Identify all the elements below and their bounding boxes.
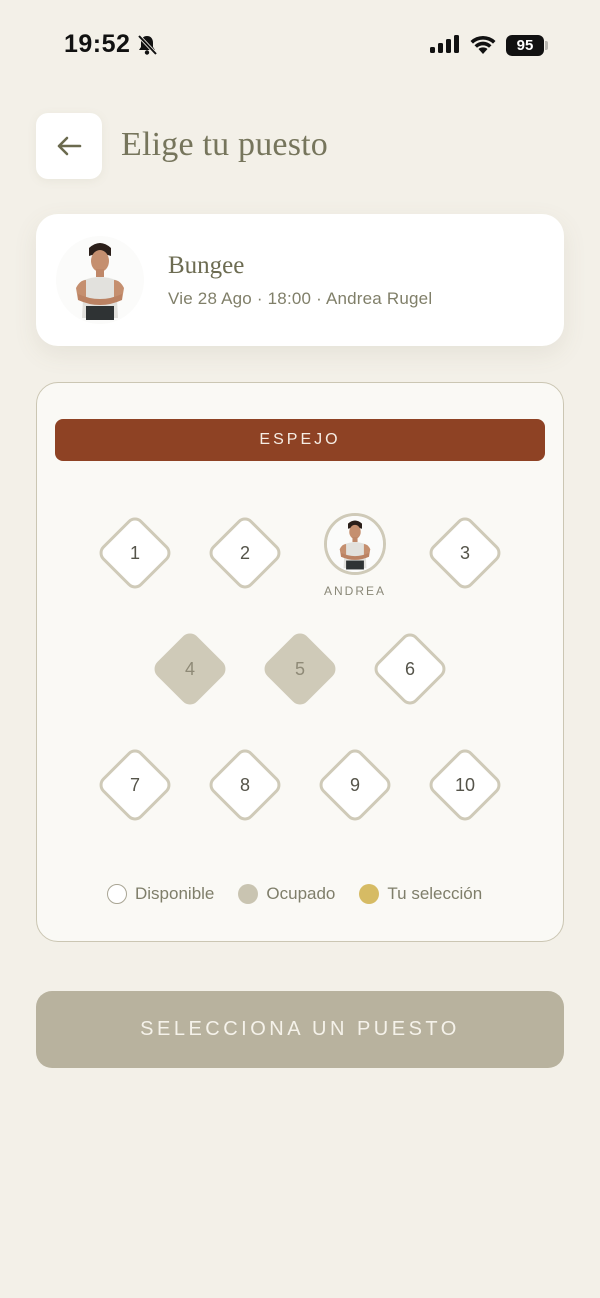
- spot-2[interactable]: [205, 513, 285, 593]
- legend-available: Disponible: [107, 884, 214, 904]
- spot-6[interactable]: [370, 629, 450, 709]
- trainer-label: ANDREA: [323, 584, 386, 598]
- room-map: ESPEJO 1 2 ANDREA 3 4 5 6 7 8 9 10 Dispo…: [36, 382, 564, 942]
- class-card: Bungee Vie 28 Ago · 18:00 · Andrea Rugel: [36, 214, 564, 346]
- legend-occupied: Ocupado: [238, 884, 335, 904]
- legend-available-label: Disponible: [135, 884, 215, 903]
- instructor-avatar: [56, 236, 144, 324]
- bell-slash-icon: [137, 34, 158, 56]
- spot-10[interactable]: [425, 745, 505, 825]
- trainer-photo: [327, 516, 383, 572]
- available-dot-icon: [107, 884, 127, 904]
- class-name: Bungee: [168, 252, 245, 279]
- battery-tip: [545, 41, 548, 50]
- instructor-photo: [56, 236, 144, 324]
- spot-7[interactable]: [95, 745, 175, 825]
- legend-selected: Tu selección: [359, 884, 482, 904]
- arrow-left-icon: [57, 136, 82, 156]
- occupied-dot-icon: [238, 884, 259, 904]
- legend-occupied-label: Ocupado: [266, 884, 336, 903]
- battery-icon: 95: [506, 35, 544, 56]
- spot-5: [260, 629, 340, 709]
- back-button[interactable]: [36, 113, 102, 179]
- legend-selected-label: Tu selección: [387, 884, 483, 903]
- selected-dot-icon: [359, 884, 380, 904]
- spot-3[interactable]: [425, 513, 505, 593]
- legend: Disponible Ocupado Tu selección: [107, 881, 506, 907]
- seat-selection-screen: 19:52 95 Elige tu puesto Bungee Vie 28 A…: [0, 0, 600, 1298]
- spot-4: [150, 629, 230, 709]
- spot-8[interactable]: [205, 745, 285, 825]
- status-bar: 19:52 95: [0, 0, 600, 92]
- wifi-icon: [470, 35, 496, 54]
- trainer-avatar: [324, 513, 386, 575]
- class-meta: Vie 28 Ago · 18:00 · Andrea Rugel: [168, 289, 433, 308]
- select-spot-button[interactable]: SELECCIONA UN PUESTO: [36, 991, 564, 1068]
- spot-1[interactable]: [95, 513, 175, 593]
- mirror-bar: ESPEJO: [55, 419, 545, 461]
- spot-9[interactable]: [315, 745, 395, 825]
- page-title: Elige tu puesto: [121, 126, 328, 163]
- signal-icon: [430, 35, 459, 55]
- status-time: 19:52: [64, 30, 131, 58]
